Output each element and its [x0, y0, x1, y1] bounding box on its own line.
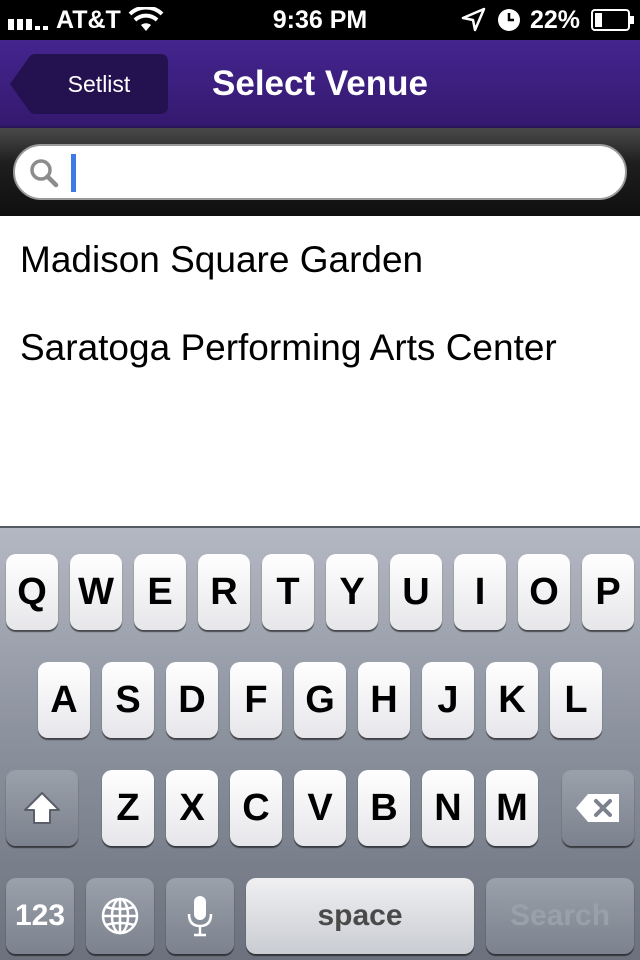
key-n[interactable]: N — [422, 770, 474, 846]
back-button-label: Setlist — [67, 71, 131, 97]
search-input[interactable] — [71, 154, 611, 192]
keyboard: Q W E R T Y U I O P A S D F G H J K L Z … — [0, 526, 640, 960]
shift-icon — [24, 792, 60, 824]
key-d[interactable]: D — [166, 662, 218, 738]
key-k[interactable]: K — [486, 662, 538, 738]
key-w[interactable]: W — [70, 554, 122, 630]
key-a[interactable]: A — [38, 662, 90, 738]
venue-list: Madison Square Garden Saratoga Performin… — [0, 216, 640, 526]
alarm-icon — [498, 9, 520, 31]
globe-icon — [101, 897, 139, 935]
key-e[interactable]: E — [134, 554, 186, 630]
battery-percent: 22% — [530, 6, 581, 34]
key-g[interactable]: G — [294, 662, 346, 738]
key-q[interactable]: Q — [6, 554, 58, 630]
key-v[interactable]: V — [294, 770, 346, 846]
navigation-bar: Setlist Select Venue — [0, 40, 640, 128]
globe-key[interactable] — [86, 878, 154, 954]
key-j[interactable]: J — [422, 662, 474, 738]
backspace-icon — [576, 794, 619, 822]
search-field[interactable] — [13, 144, 627, 200]
key-b[interactable]: B — [358, 770, 410, 846]
microphone-icon — [187, 896, 213, 937]
key-p[interactable]: P — [582, 554, 634, 630]
key-u[interactable]: U — [390, 554, 442, 630]
numbers-key[interactable]: 123 — [6, 878, 74, 954]
key-x[interactable]: X — [166, 770, 218, 846]
search-key[interactable]: Search — [486, 878, 634, 954]
key-l[interactable]: L — [550, 662, 602, 738]
page-title: Select Venue — [212, 64, 428, 103]
dictation-key[interactable] — [166, 878, 234, 954]
key-i[interactable]: I — [454, 554, 506, 630]
key-r[interactable]: R — [198, 554, 250, 630]
key-y[interactable]: Y — [326, 554, 378, 630]
key-t[interactable]: T — [262, 554, 314, 630]
key-h[interactable]: H — [358, 662, 410, 738]
key-z[interactable]: Z — [102, 770, 154, 846]
venue-list-item[interactable]: Madison Square Garden — [0, 216, 640, 304]
backspace-key[interactable] — [562, 770, 634, 846]
text-caret — [71, 154, 76, 192]
key-c[interactable]: C — [230, 770, 282, 846]
key-m[interactable]: M — [486, 770, 538, 846]
space-key[interactable]: space — [246, 878, 474, 954]
key-f[interactable]: F — [230, 662, 282, 738]
key-s[interactable]: S — [102, 662, 154, 738]
search-icon — [30, 159, 59, 188]
battery-icon — [591, 9, 634, 31]
venue-list-item[interactable]: Saratoga Performing Arts Center — [0, 304, 640, 392]
location-arrow-icon — [461, 7, 486, 32]
status-bar: AT&T 9:36 PM 22% — [0, 0, 640, 40]
key-o[interactable]: O — [518, 554, 570, 630]
back-button[interactable]: Setlist — [10, 54, 168, 114]
search-bar — [0, 128, 640, 216]
shift-key[interactable] — [6, 770, 78, 846]
